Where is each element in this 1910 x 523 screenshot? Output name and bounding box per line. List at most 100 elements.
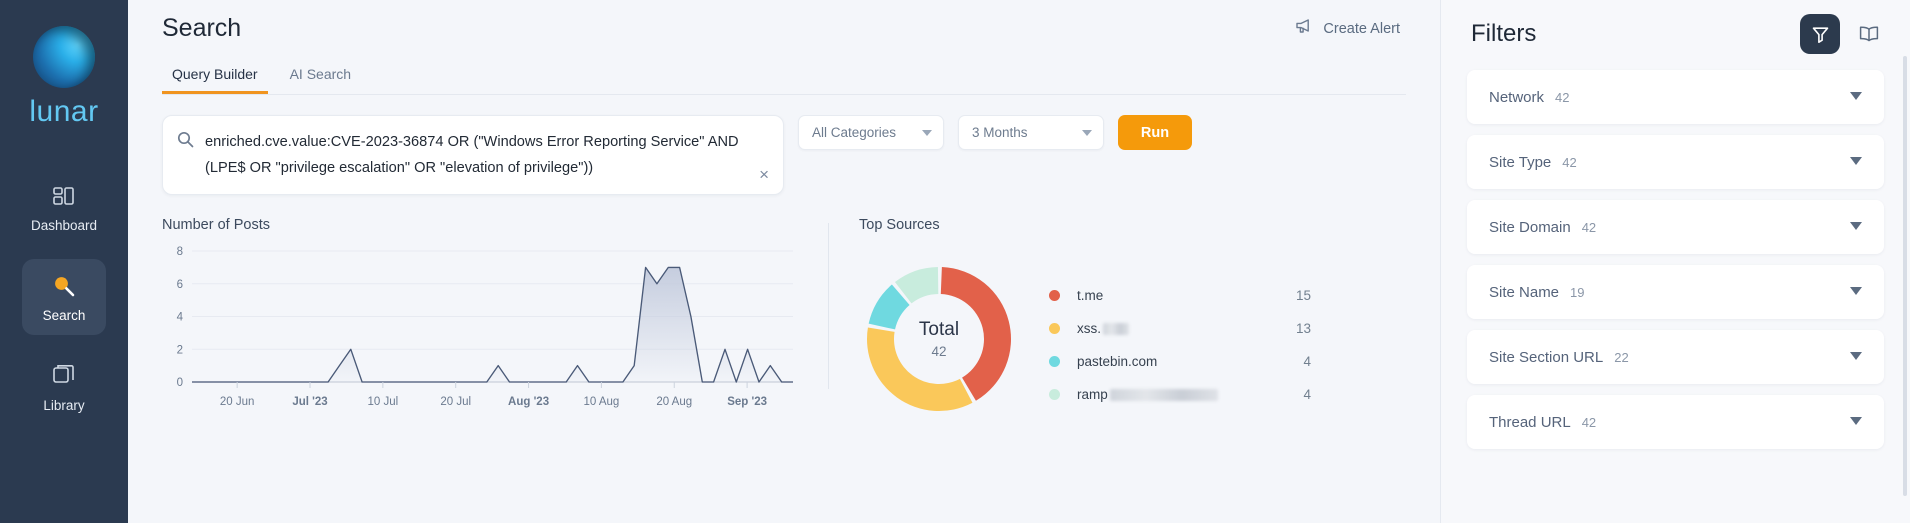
- legend-row[interactable]: ramp 4: [1049, 378, 1311, 411]
- filter-card-site-name[interactable]: Site Name 19: [1467, 265, 1884, 319]
- library-icon: [51, 363, 77, 389]
- chevron-down-icon: [1850, 222, 1862, 230]
- sidebar-item-search[interactable]: Search: [22, 259, 106, 335]
- svg-text:Sep '23: Sep '23: [727, 396, 767, 408]
- main-header: Search Create Alert: [128, 0, 1440, 43]
- redacted-text: [1103, 322, 1130, 335]
- filters-actions: [1800, 14, 1884, 54]
- legend-row[interactable]: t.me 15: [1049, 279, 1311, 312]
- sidebar: lunar Dashboard Search Library: [0, 0, 128, 523]
- legend-color-dot: [1049, 356, 1060, 367]
- tab-query-builder[interactable]: Query Builder: [162, 59, 268, 94]
- svg-text:6: 6: [177, 279, 183, 291]
- chevron-down-icon: [1082, 130, 1092, 136]
- svg-text:10 Aug: 10 Aug: [583, 396, 619, 408]
- period-select[interactable]: 3 Months: [958, 115, 1104, 150]
- main-content: Search Create Alert Query Builder AI Sea…: [128, 0, 1440, 523]
- legend-label: xss.: [1077, 321, 1130, 336]
- tab-ai-search[interactable]: AI Search: [280, 59, 361, 94]
- sidebar-item-library[interactable]: Library: [22, 349, 106, 425]
- brand-logo: lunar: [29, 26, 98, 127]
- filter-name: Site Type: [1489, 153, 1552, 171]
- category-select[interactable]: All Categories: [798, 115, 944, 150]
- chevron-down-icon: [1850, 417, 1862, 425]
- svg-text:8: 8: [177, 246, 183, 258]
- legend-label: pastebin.com: [1077, 354, 1158, 369]
- legend-label: t.me: [1077, 288, 1104, 303]
- sidebar-nav: Dashboard Search Library: [0, 169, 128, 425]
- moon-icon: [33, 26, 95, 88]
- legend-value: 4: [1303, 354, 1311, 369]
- filters-title: Filters: [1471, 20, 1537, 47]
- filters-panel: Filters Network 42 Site Type 42 Site Domain 4…: [1440, 0, 1910, 523]
- search-icon: [177, 131, 194, 153]
- run-button[interactable]: Run: [1118, 115, 1192, 150]
- svg-text:0: 0: [177, 377, 183, 389]
- create-alert-label: Create Alert: [1323, 20, 1400, 37]
- filter-card-network[interactable]: Network 42: [1467, 70, 1884, 124]
- charts-area: Number of Posts 0 2 4 6 8 20 Jun Jul '23 10 Jul…: [128, 195, 1440, 419]
- top-sources-title: Top Sources: [859, 217, 940, 233]
- donut-slice[interactable]: [940, 267, 1011, 401]
- legend-row[interactable]: xss. 13: [1049, 312, 1311, 345]
- top-sources-chart: Top Sources Total 42 t.me 15 xss. 13 pastebi…: [829, 217, 1406, 419]
- chevron-down-icon: [1850, 352, 1862, 360]
- svg-text:20 Jul: 20 Jul: [440, 396, 471, 408]
- filter-name: Network: [1489, 88, 1545, 106]
- posts-chart-title: Number of Posts: [162, 217, 270, 233]
- query-row: enriched.cve.value:CVE-2023-36874 OR ("W…: [128, 95, 1440, 195]
- legend-value: 15: [1295, 288, 1311, 303]
- search-input-value: enriched.cve.value:CVE-2023-36874 OR ("W…: [205, 134, 739, 176]
- filter-name: Thread URL: [1489, 413, 1571, 431]
- filter-count: 42: [1581, 219, 1597, 235]
- chevron-down-icon: [922, 130, 932, 136]
- legend-row[interactable]: pastebin.com 4: [1049, 345, 1311, 378]
- chevron-down-icon: [1850, 92, 1862, 100]
- chevron-down-icon: [1850, 157, 1862, 165]
- close-icon[interactable]: ×: [759, 166, 769, 183]
- posts-chart-svg: 0 2 4 6 8 20 Jun Jul '23 10 Jul 20 Jul Aug '23 10 …: [177, 246, 793, 408]
- redacted-text: [1109, 388, 1218, 401]
- filter-card-site-section-url[interactable]: Site Section URL 22: [1467, 330, 1884, 384]
- legend-value: 4: [1303, 387, 1311, 402]
- donut-row: Total 42 t.me 15 xss. 13 pastebin.com 4 ramp 4: [859, 259, 1406, 419]
- filter-name: Site Domain: [1489, 218, 1571, 236]
- filter-name: Site Name: [1489, 283, 1560, 301]
- search-icon: [51, 273, 77, 299]
- sidebar-item-label: Dashboard: [30, 218, 98, 233]
- top-sources-legend: t.me 15 xss. 13 pastebin.com 4 ramp 4: [1049, 279, 1311, 411]
- svg-text:20 Jun: 20 Jun: [220, 396, 255, 408]
- svg-text:4: 4: [177, 312, 184, 324]
- app-root: lunar Dashboard Search Library Search Cr…: [0, 0, 1910, 523]
- filters-scrollbar[interactable]: [1903, 56, 1907, 496]
- search-input[interactable]: enriched.cve.value:CVE-2023-36874 OR ("W…: [162, 115, 784, 195]
- donut-slice[interactable]: [867, 327, 973, 411]
- filter-count: 42: [1562, 154, 1577, 170]
- legend-label: ramp: [1077, 387, 1218, 402]
- legend-color-dot: [1049, 290, 1060, 301]
- donut-chart: Total 42: [859, 259, 1019, 419]
- legend-color-dot: [1049, 389, 1060, 400]
- period-select-value: 3 Months: [972, 125, 1028, 140]
- filter-name: Site Section URL: [1489, 348, 1604, 366]
- create-alert-button[interactable]: Create Alert: [1295, 18, 1406, 39]
- svg-text:Aug '23: Aug '23: [508, 396, 549, 408]
- filter-list: Network 42 Site Type 42 Site Domain 42 Site Na…: [1467, 70, 1884, 449]
- svg-text:20 Aug: 20 Aug: [656, 396, 692, 408]
- megaphone-icon: [1295, 18, 1314, 39]
- sidebar-item-label: Search: [42, 308, 86, 323]
- page-title: Search: [162, 14, 242, 42]
- filter-count: 19: [1570, 284, 1585, 300]
- legend-color-dot: [1049, 323, 1060, 334]
- filter-count: 42: [1581, 414, 1597, 430]
- chevron-down-icon: [1850, 287, 1862, 295]
- sidebar-item-dashboard[interactable]: Dashboard: [22, 169, 106, 245]
- svg-text:Jul '23: Jul '23: [292, 396, 327, 408]
- funnel-icon[interactable]: [1800, 14, 1840, 54]
- filter-card-site-type[interactable]: Site Type 42: [1467, 135, 1884, 189]
- svg-text:2: 2: [177, 344, 183, 356]
- filter-card-site-domain[interactable]: Site Domain 42: [1467, 200, 1884, 254]
- book-icon[interactable]: [1854, 19, 1884, 49]
- sidebar-item-label: Library: [43, 398, 85, 413]
- filter-card-thread-url[interactable]: Thread URL 42: [1467, 395, 1884, 449]
